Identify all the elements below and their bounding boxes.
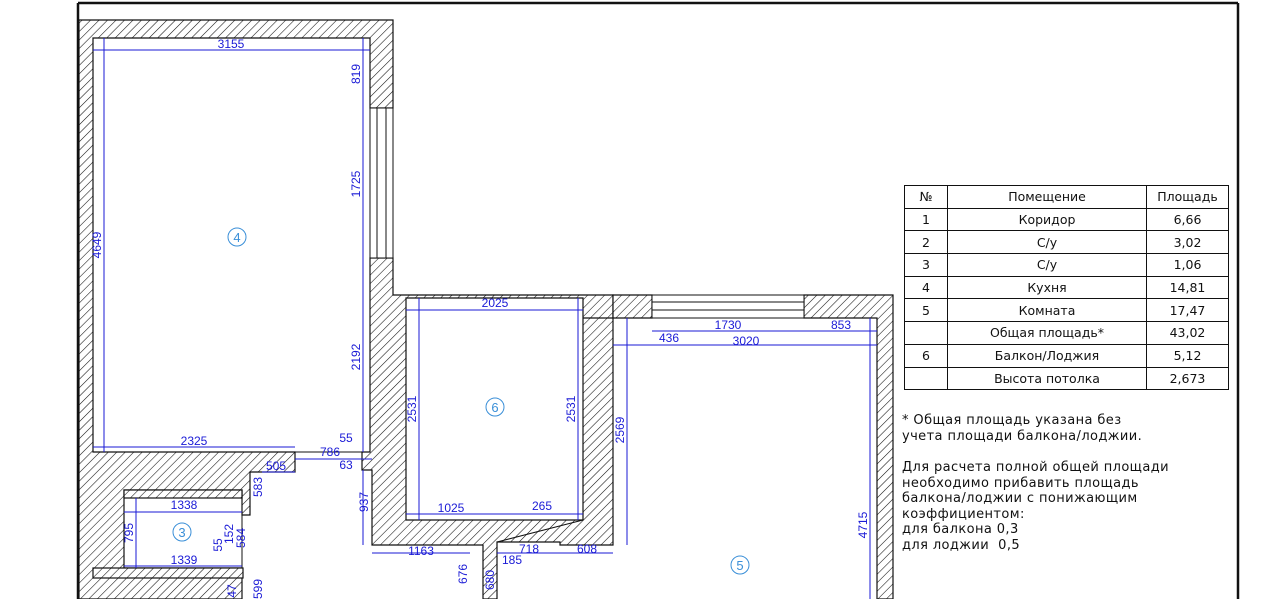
table-row: Высота потолка 2,673: [904, 366, 1229, 391]
note-line: * Общая площадь указана без: [902, 413, 1122, 428]
note-area-excludes-balcony: * Общая площадь указана без учета площад…: [902, 413, 1142, 444]
row-area: 5,12: [1146, 343, 1229, 368]
table-row: 4 Кухня 14,81: [904, 275, 1229, 300]
dim-937: 937: [357, 492, 371, 512]
row-number: [904, 366, 948, 391]
area-table: № Помещение Площадь 1 Коридор 6,66 2 С/у 3,0…: [904, 185, 1229, 391]
row-number: 1: [904, 207, 948, 232]
dim-599: 599: [251, 579, 265, 599]
row-number: 3: [904, 253, 948, 277]
room-number-3: 3: [178, 525, 185, 540]
row-room: Балкон/Лоджия: [947, 343, 1147, 368]
header-number: №: [904, 185, 948, 209]
table-row: 6 Балкон/Лоджия 5,12: [904, 343, 1229, 368]
room-number-4: 4: [233, 230, 240, 245]
dim-1339: 1339: [171, 553, 198, 567]
row-area: 2,673: [1146, 366, 1229, 391]
row-area: 3,02: [1146, 230, 1229, 255]
dim-185: 185: [502, 553, 522, 567]
table-row: Общая площадь* 43,02: [904, 321, 1229, 345]
dim-47: 47: [225, 584, 239, 598]
dim-2025: 2025: [482, 296, 509, 310]
dim-1730: 1730: [715, 318, 742, 332]
note-line: для лоджии 0,5: [902, 537, 1021, 553]
dim-63: 63: [339, 458, 353, 472]
note-balcony-coefficient: Для расчета полной общей площади необход…: [902, 460, 1169, 553]
dim-2569: 2569: [613, 416, 627, 443]
row-number: 6: [904, 343, 948, 368]
row-room: Высота потолка: [947, 366, 1147, 391]
room-number-5: 5: [736, 558, 743, 573]
row-room: С/у: [947, 253, 1147, 277]
dim-4649: 4649: [90, 231, 104, 258]
note-line: коэффициентом:: [902, 506, 1025, 522]
row-area: 6,66: [1146, 207, 1229, 232]
wall-bath-top: [123, 489, 243, 499]
dim-3155: 3155: [218, 37, 245, 51]
dim-505: 505: [266, 459, 286, 473]
note-line: для балкона 0,3: [902, 522, 1019, 537]
row-number: 5: [904, 298, 948, 323]
row-room: Общая площадь*: [947, 321, 1147, 345]
note-line: Для расчета полной общей площади: [902, 460, 1169, 475]
row-area: 43,02: [1146, 321, 1229, 345]
table-row: 5 Комната 17,47: [904, 298, 1229, 323]
dim-2325: 2325: [181, 434, 208, 448]
room-window: [651, 294, 805, 319]
table-header-row: № Помещение Площадь: [904, 185, 1229, 209]
dim-608: 608: [577, 542, 597, 556]
dim-584: 584: [234, 528, 248, 548]
dim-4715: 4715: [856, 511, 870, 538]
table-row: 2 С/у 3,02: [904, 230, 1229, 255]
room-number-6: 6: [491, 400, 498, 415]
dim-786: 786: [320, 445, 340, 459]
dim-265: 265: [532, 499, 552, 513]
dim-676: 676: [456, 564, 470, 584]
windows: [369, 107, 805, 319]
note-line: необходимо прибавить площадь: [902, 475, 1139, 491]
dim-1163: 1163: [408, 544, 434, 558]
dim-819: 819: [349, 64, 363, 84]
dim-1725: 1725: [349, 170, 363, 197]
row-area: 17,47: [1146, 298, 1229, 323]
header-area: Площадь: [1146, 185, 1229, 209]
header-room: Помещение: [947, 185, 1147, 209]
dim-436: 436: [659, 331, 679, 345]
dim-795: 795: [122, 523, 136, 543]
row-area: 14,81: [1146, 275, 1229, 300]
row-room: Коридор: [947, 207, 1147, 232]
row-area: 1,06: [1146, 253, 1229, 277]
dim-680: 680: [483, 570, 497, 590]
dim-55-b: 55: [211, 538, 225, 552]
dim-853: 853: [831, 318, 851, 332]
note-line: учета площади балкона/лоджии.: [902, 428, 1143, 444]
table-row: 1 Коридор 6,66: [904, 207, 1229, 232]
dim-2531-left: 2531: [405, 395, 419, 422]
kitchen-window: [369, 107, 394, 259]
dim-2192: 2192: [349, 343, 363, 370]
dim-718: 718: [519, 542, 539, 556]
note-line: балкона/лоджии с понижающим: [902, 491, 1138, 506]
row-number: 4: [904, 275, 948, 300]
dim-3020: 3020: [733, 334, 760, 348]
row-number: [904, 321, 948, 345]
dim-2531-right: 2531: [564, 395, 578, 422]
dim-583: 583: [251, 477, 265, 497]
dim-55-a: 55: [339, 431, 353, 445]
wall-bath-bottom: [92, 567, 244, 579]
row-room: Кухня: [947, 275, 1147, 300]
dim-1025: 1025: [438, 501, 465, 515]
row-number: 2: [904, 230, 948, 255]
table-row: 3 С/у 1,06: [904, 253, 1229, 277]
row-room: С/у: [947, 230, 1147, 255]
dim-1338: 1338: [171, 498, 198, 512]
row-room: Комната: [947, 298, 1147, 323]
